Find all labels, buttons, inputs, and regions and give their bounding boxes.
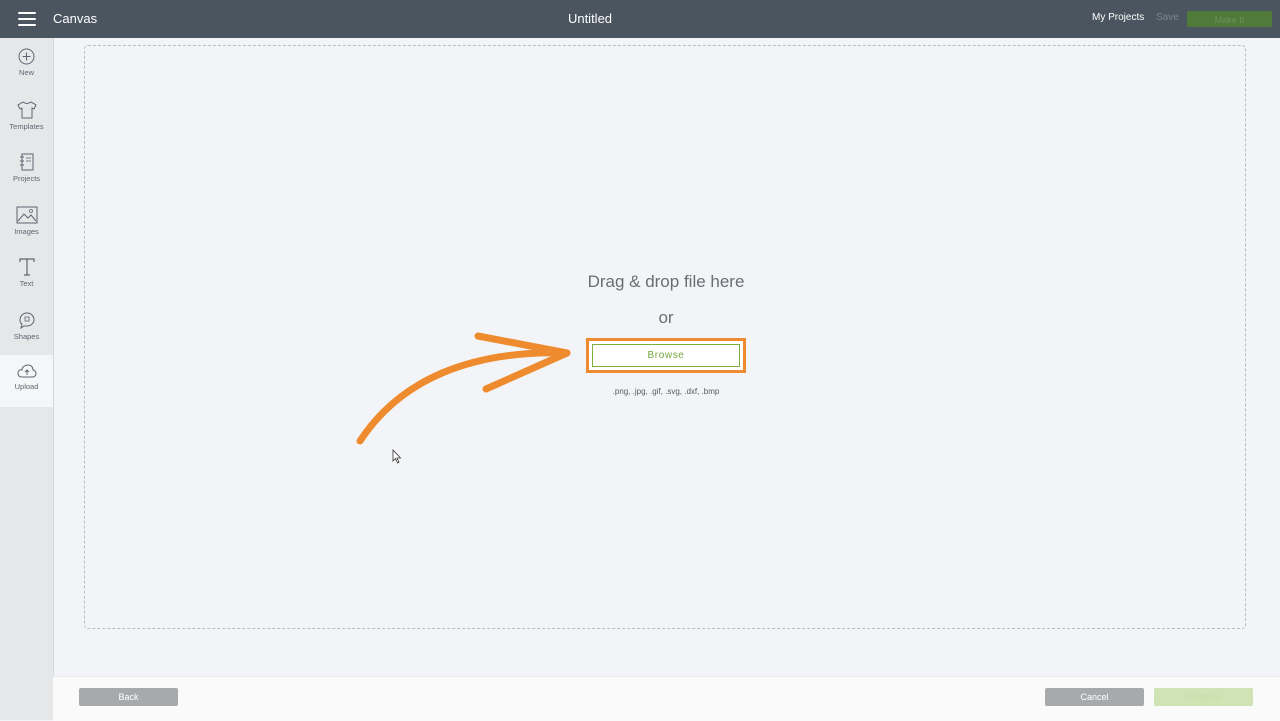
- continue-button: Continue: [1154, 688, 1253, 706]
- footer-bar: Back Cancel Continue: [53, 676, 1280, 721]
- cancel-button[interactable]: Cancel: [1045, 688, 1144, 706]
- mouse-cursor-icon: [392, 449, 402, 464]
- annotation-arrow-icon: [356, 332, 571, 445]
- back-button[interactable]: Back: [79, 688, 178, 706]
